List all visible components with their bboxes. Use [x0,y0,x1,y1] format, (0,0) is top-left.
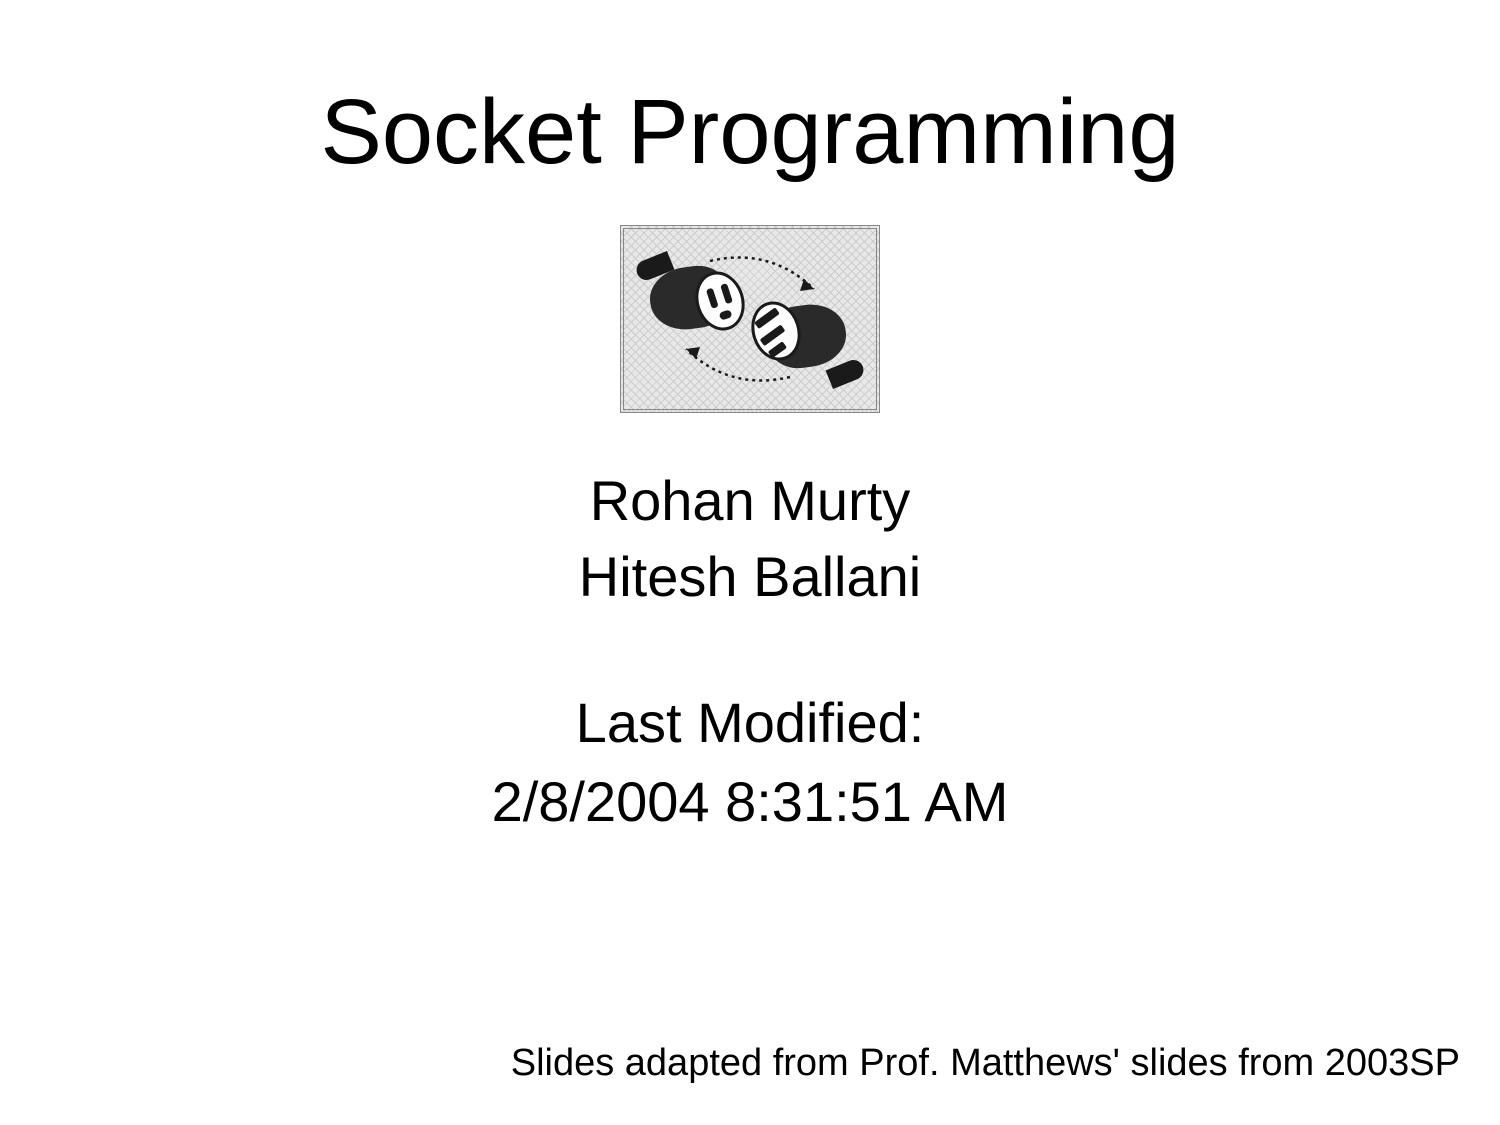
last-modified-datetime: 2/8/2004 8:31:51 AM [492,763,1009,841]
slide: Socket Programming [0,0,1500,1125]
plug-cord-right [826,357,867,389]
slide-footer-credit: Slides adapted from Prof. Matthews' slid… [511,1042,1460,1085]
slide-title: Socket Programming [321,80,1180,185]
last-modified-label: Last Modified: [492,684,1009,762]
socket-plug-illustration [620,225,880,413]
author-name-1: Rohan Murty [579,463,921,539]
authors-block: Rohan Murty Hitesh Ballani [579,463,921,614]
plug-graphic [650,249,850,389]
last-modified-block: Last Modified: 2/8/2004 8:31:51 AM [492,684,1009,841]
author-name-2: Hitesh Ballani [579,539,921,615]
